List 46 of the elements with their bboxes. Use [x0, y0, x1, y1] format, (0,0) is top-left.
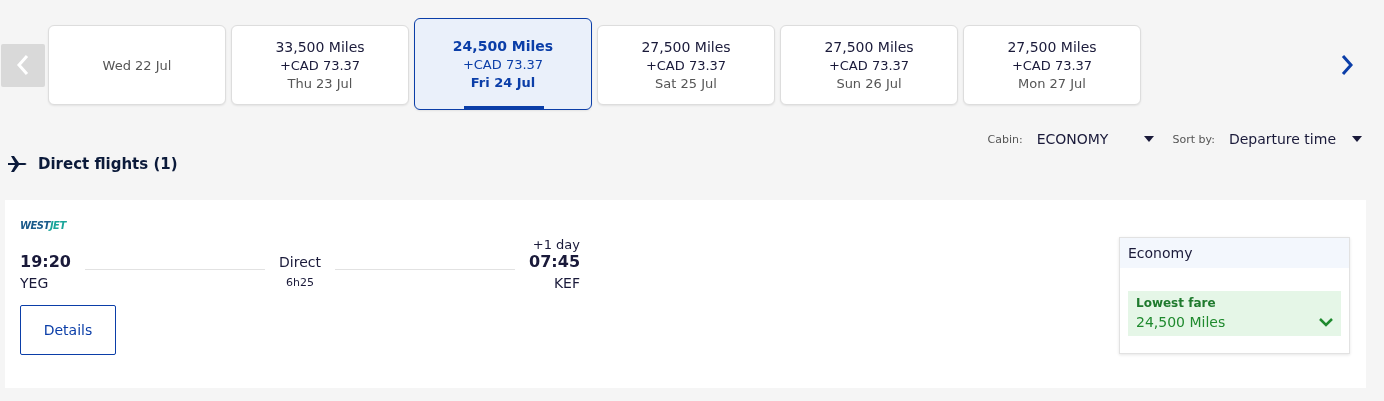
duration-label: 6h25: [286, 276, 314, 289]
date-label: Wed 22 Jul: [102, 57, 172, 73]
date-label: Sun 26 Jul: [836, 76, 902, 91]
fee-amount: +CAD 73.37: [1011, 58, 1093, 73]
miles-price: 27,500 Miles: [824, 39, 914, 55]
date-label: Thu 23 Jul: [287, 76, 353, 91]
date-label: Sat 25 Jul: [655, 76, 717, 91]
filter-label: Cabin:: [987, 132, 1023, 146]
arrival-airport: KEF: [553, 275, 580, 291]
cabin-header: Economy: [1120, 238, 1349, 268]
fare-price: 24,500 Miles: [1136, 314, 1226, 330]
departure-time: 19:20: [20, 252, 71, 271]
date-tab[interactable]: Wed 22 Jul: [48, 25, 226, 105]
chevron-down-icon: [1319, 318, 1333, 327]
date-label: Mon 27 Jul: [1018, 76, 1086, 91]
details-button[interactable]: Details: [20, 305, 116, 355]
date-tab[interactable]: 27,500 Miles +CAD 73.37 Sat 25 Jul: [597, 25, 775, 105]
arrival-time: 07:45: [529, 252, 580, 271]
fare-option[interactable]: Lowest fare 24,500 Miles: [1128, 291, 1341, 336]
date-tab[interactable]: 33,500 Miles +CAD 73.37 Thu 23 Jul: [231, 25, 409, 105]
filter-label: Sort by:: [1172, 132, 1215, 146]
day-offset: +1 day: [532, 237, 580, 252]
miles-price: 33,500 Miles: [275, 39, 365, 55]
date-tab[interactable]: 27,500 Miles +CAD 73.37 Mon 27 Jul: [963, 25, 1141, 105]
date-label: Fri 24 Jul: [470, 75, 536, 90]
departure-airport: YEG: [20, 275, 50, 291]
miles-price: 24,500 Miles: [452, 38, 554, 54]
filter-dropdown[interactable]: ECONOMY: [1036, 131, 1155, 147]
fare-tag: Lowest fare: [1136, 296, 1216, 310]
fee-amount: +CAD 73.37: [645, 58, 727, 73]
chevron-right-icon: [1340, 54, 1354, 76]
fee-amount: +CAD 73.37: [462, 57, 544, 72]
stops-label: Direct: [279, 254, 321, 270]
fee-amount: +CAD 73.37: [828, 58, 910, 73]
dropdown-caret-icon: [1352, 136, 1362, 142]
date-tab[interactable]: 27,500 Miles +CAD 73.37 Sun 26 Jul: [780, 25, 958, 105]
airplane-icon: [8, 156, 28, 172]
date-tab[interactable]: 24,500 Miles +CAD 73.37 Fri 24 Jul: [414, 18, 592, 110]
chevron-left-icon: [16, 54, 30, 76]
dropdown-caret-icon: [1144, 136, 1155, 142]
section-title: Direct flights (1): [38, 155, 178, 173]
miles-price: 27,500 Miles: [1007, 39, 1097, 55]
fee-amount: +CAD 73.37: [279, 58, 361, 73]
airline-logo: WESTJET: [20, 220, 66, 231]
miles-price: 27,500 Miles: [641, 39, 731, 55]
filter-dropdown[interactable]: Departure time: [1228, 131, 1362, 147]
